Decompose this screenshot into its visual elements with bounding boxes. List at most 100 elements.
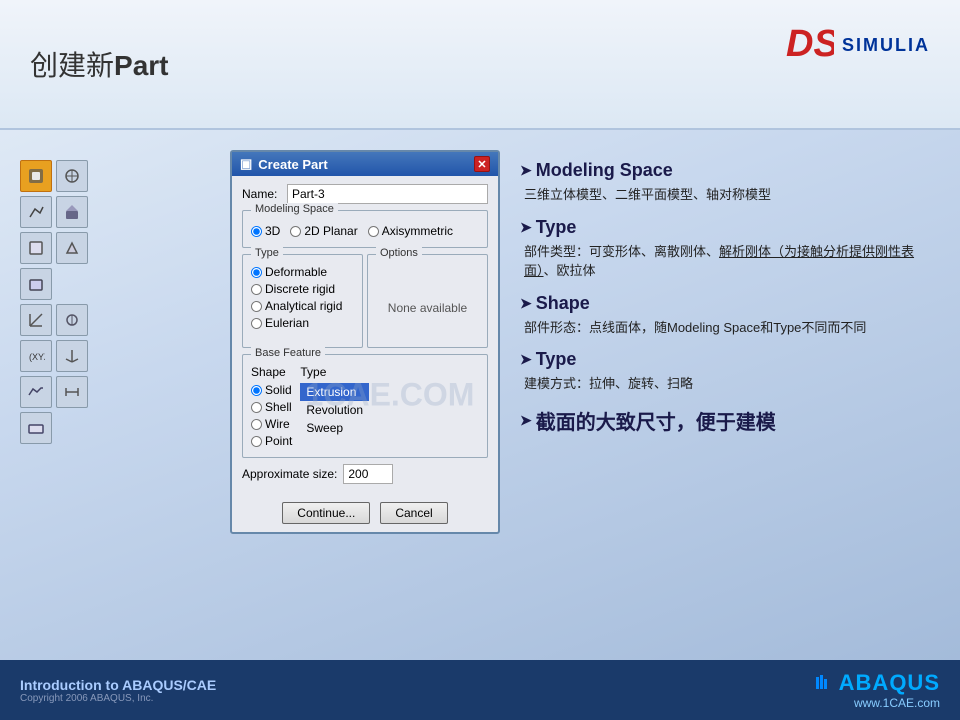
tool-btn-12[interactable] xyxy=(20,376,52,408)
right-section1-heading: Modeling Space xyxy=(520,160,930,181)
type-list: Deformable Discrete rigid Analytical rig… xyxy=(251,265,354,330)
top-bar: 创建新Part DS SIMULIA xyxy=(0,0,960,130)
tool-btn-9[interactable] xyxy=(56,304,88,336)
tool-btn-4[interactable] xyxy=(56,196,88,228)
type2-revolution[interactable]: Revolution xyxy=(300,401,369,419)
toolbar-row-8 xyxy=(20,412,220,444)
dialog-body: Name: Modeling Space 3D 2D Planar xyxy=(232,176,498,496)
type2-extrusion[interactable]: Extrusion xyxy=(300,383,369,401)
shape-wire-input[interactable] xyxy=(251,419,262,430)
bottom-right: ABAQUS www.1CAE.com xyxy=(815,670,940,710)
dialog-area: ▣ Create Part ✕ Name: Modeling Space xyxy=(230,150,500,534)
tool-btn-8[interactable] xyxy=(20,304,52,336)
tool-btn-13[interactable] xyxy=(56,376,88,408)
tool-part-btn[interactable] xyxy=(20,160,52,192)
base-feature-section: Base Feature Shape Solid Shell xyxy=(242,354,488,458)
right-section3-text: 部件形态：点线面体，随Modeling Space和Type不同而不同 xyxy=(520,318,930,338)
type-analytical[interactable]: Analytical rigid xyxy=(251,299,354,313)
tool-btn-3[interactable] xyxy=(20,196,52,228)
tool-btn-6[interactable] xyxy=(56,232,88,264)
right-section3-heading: Shape xyxy=(520,293,930,314)
shape-wire[interactable]: Wire xyxy=(251,417,292,431)
tool-btn-7[interactable] xyxy=(20,268,52,300)
toolbar-row-2 xyxy=(20,196,220,228)
name-row: Name: xyxy=(242,184,488,204)
shape-solid-input[interactable] xyxy=(251,385,262,396)
type2-sweep[interactable]: Sweep xyxy=(300,419,369,437)
abaqus-bars-icon xyxy=(815,673,835,693)
shape-col-label: Shape xyxy=(251,365,292,379)
radio-2d-input[interactable] xyxy=(290,226,301,237)
right-section1-text: 三维立体模型、二维平面模型、轴对称模型 xyxy=(520,185,930,205)
tool-btn-11[interactable] xyxy=(56,340,88,372)
simulia-ds-icon: DS xyxy=(784,20,834,70)
bottom-url: www.1CAE.com xyxy=(854,696,940,710)
radio-3d-input[interactable] xyxy=(251,226,262,237)
shape-point-input[interactable] xyxy=(251,436,262,447)
options-section: Options None available xyxy=(367,254,488,348)
toolbar-row-7 xyxy=(20,376,220,408)
modeling-space-radios: 3D 2D Planar Axisymmetric xyxy=(251,217,479,241)
name-label: Name: xyxy=(242,187,287,201)
radio-2d[interactable]: 2D Planar xyxy=(290,224,357,238)
abaqus-logo-text: ABAQUS xyxy=(839,670,940,696)
shape-shell[interactable]: Shell xyxy=(251,400,292,414)
svg-text:DS: DS xyxy=(786,23,834,65)
type-section: Type Deformable Discrete rigid xyxy=(242,254,363,348)
radio-axisymmetric-input[interactable] xyxy=(368,226,379,237)
bottom-bar: Introduction to ABAQUS/CAE Copyright 200… xyxy=(0,660,960,720)
simulia-logo: DS SIMULIA xyxy=(784,20,930,70)
modeling-space-legend: Modeling Space xyxy=(251,203,338,215)
options-legend: Options xyxy=(376,247,422,259)
tool-btn-14[interactable] xyxy=(20,412,52,444)
dialog-close-button[interactable]: ✕ xyxy=(474,156,490,172)
bottom-title: Introduction to ABAQUS/CAE xyxy=(20,677,216,693)
main-content: (XYZ) ▣ Create Part xyxy=(0,130,960,660)
tool-btn-5[interactable] xyxy=(20,232,52,264)
bottom-left: Introduction to ABAQUS/CAE Copyright 200… xyxy=(20,677,216,704)
type-options-row: Type Deformable Discrete rigid xyxy=(242,254,488,354)
radio-3d[interactable]: 3D xyxy=(251,224,280,238)
type-legend: Type xyxy=(251,247,283,259)
continue-button[interactable]: Continue... xyxy=(282,502,370,524)
type-deformable[interactable]: Deformable xyxy=(251,265,354,279)
right-section4-heading: Type xyxy=(520,349,930,370)
name-input[interactable] xyxy=(287,184,488,204)
cancel-button[interactable]: Cancel xyxy=(380,502,447,524)
modeling-space-section: Modeling Space 3D 2D Planar Axisymmet xyxy=(242,210,488,248)
right-content: Modeling Space 三维立体模型、二维平面模型、轴对称模型 Type … xyxy=(500,150,960,449)
toolbar-row-1 xyxy=(20,160,220,192)
type-discrete[interactable]: Discrete rigid xyxy=(251,282,354,296)
dialog-titlebar: ▣ Create Part ✕ xyxy=(232,152,498,176)
toolbar-row-5 xyxy=(20,304,220,336)
shape-shell-input[interactable] xyxy=(251,402,262,413)
radio-axisymmetric[interactable]: Axisymmetric xyxy=(368,224,453,238)
approx-label: Approximate size: xyxy=(242,467,337,481)
tool-btn-10[interactable]: (XYZ) xyxy=(20,340,52,372)
dialog-title-icon: ▣ xyxy=(240,156,252,172)
type-eulerian[interactable]: Eulerian xyxy=(251,316,354,330)
none-available: None available xyxy=(376,261,479,341)
shape-point[interactable]: Point xyxy=(251,434,292,448)
type2-col: Type Extrusion Revolution Sweep xyxy=(300,365,369,451)
type-analytical-input[interactable] xyxy=(251,301,262,312)
approx-input[interactable] xyxy=(343,464,393,484)
toolbar: (XYZ) xyxy=(0,150,230,454)
dialog-title: Create Part xyxy=(258,157,327,172)
right-section2-text: 部件类型：可变形体、离散刚体、解析刚体（为接触分析提供刚性表面）、欧拉体 xyxy=(520,242,930,281)
right-section2-heading: Type xyxy=(520,217,930,238)
type-eulerian-input[interactable] xyxy=(251,318,262,329)
type2-col-label: Type xyxy=(300,365,369,379)
page-title: 创建新Part xyxy=(30,44,168,84)
tool-assembly-btn[interactable] xyxy=(56,160,88,192)
base-feature-legend: Base Feature xyxy=(251,347,325,359)
right-section4-text: 建模方式：拉伸、旋转、扫略 xyxy=(520,374,930,394)
bottom-copyright: Copyright 2006 ABAQUS, Inc. xyxy=(20,693,216,704)
approx-size-row: Approximate size: xyxy=(242,464,488,484)
type-deformable-input[interactable] xyxy=(251,267,262,278)
shape-col: Shape Solid Shell Wire xyxy=(251,365,292,451)
shape-solid[interactable]: Solid xyxy=(251,383,292,397)
toolbar-row-4 xyxy=(20,268,220,300)
toolbar-row-3 xyxy=(20,232,220,264)
type-discrete-input[interactable] xyxy=(251,284,262,295)
